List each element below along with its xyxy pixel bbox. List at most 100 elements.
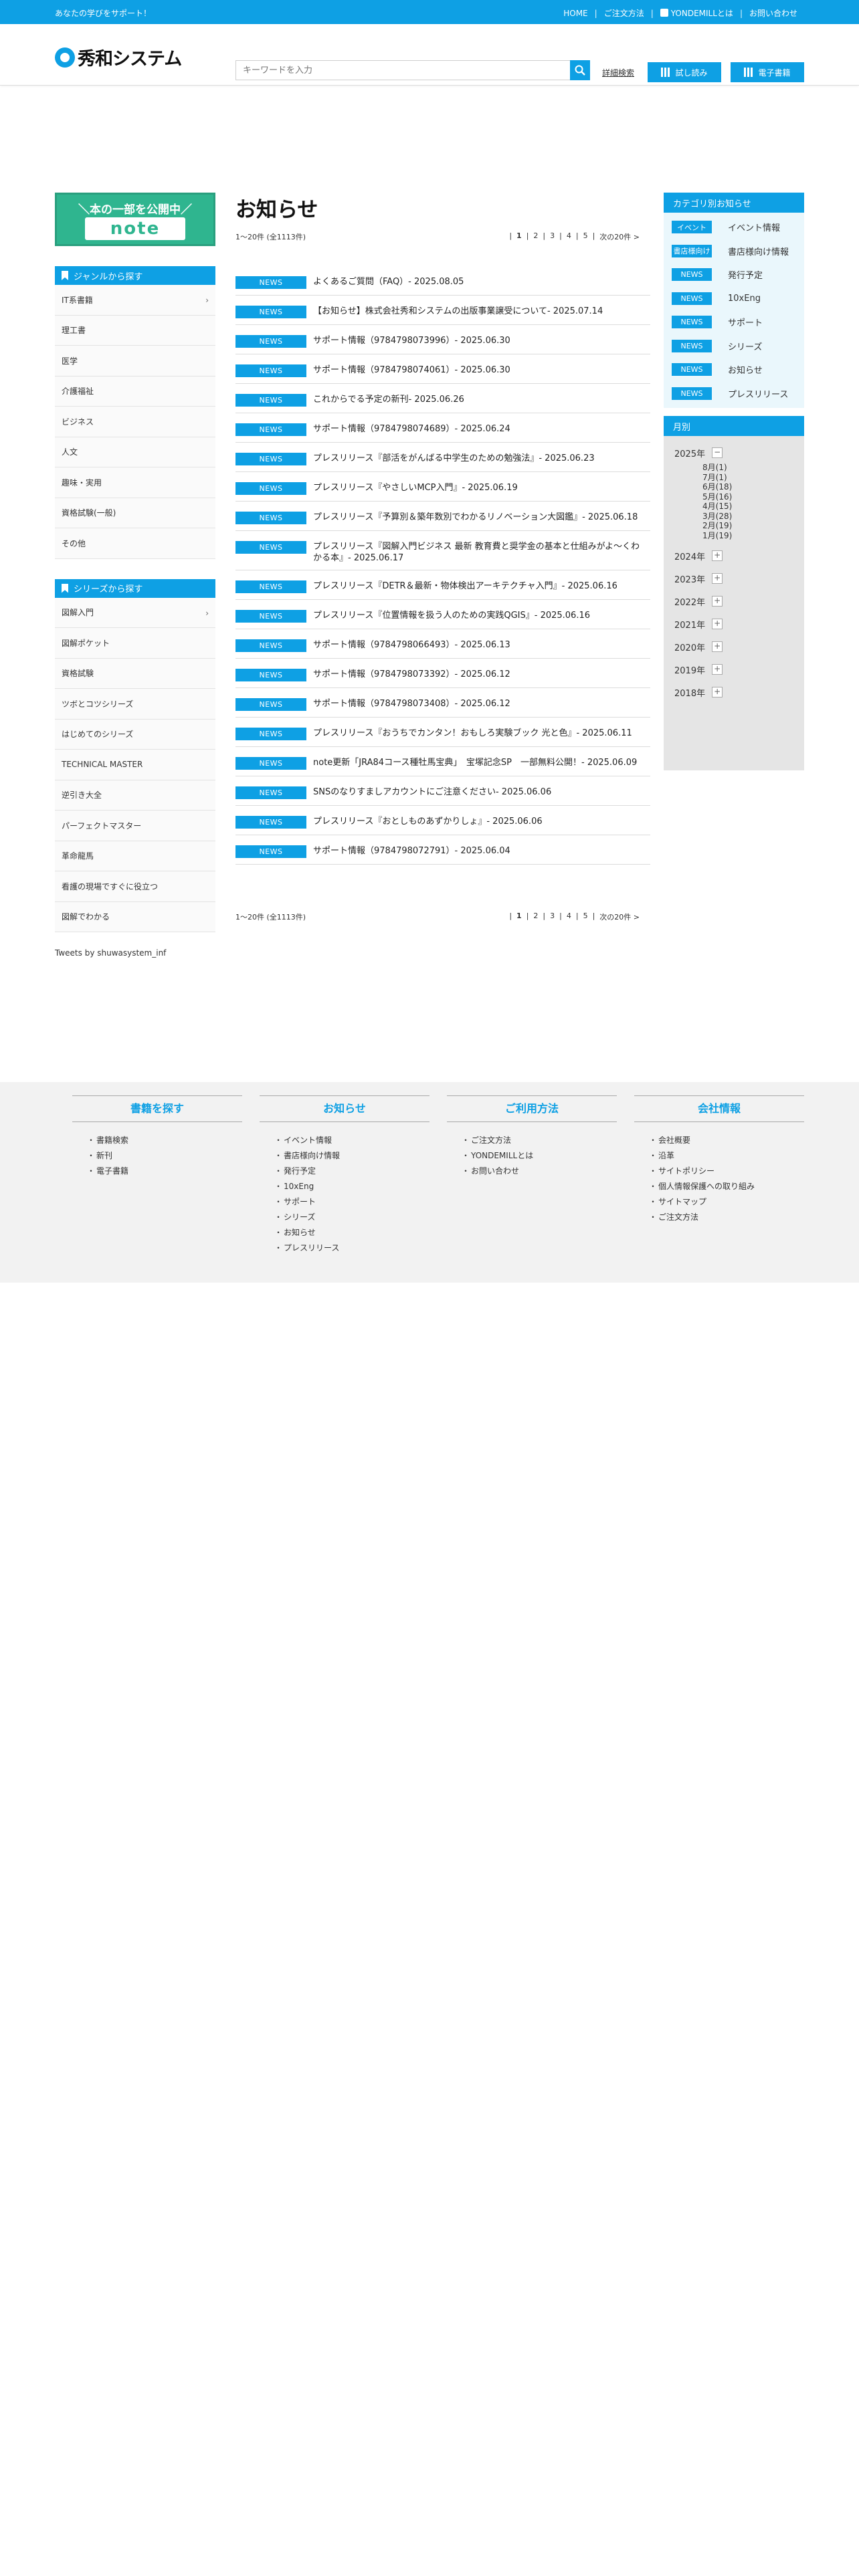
page-link-2[interactable]: 2: [533, 231, 538, 242]
footer-link[interactable]: 新刊: [87, 1150, 242, 1165]
news-item[interactable]: NEWS サポート情報（9784798072791）- 2025.06.04: [235, 835, 650, 865]
footer-link[interactable]: サイトマップ: [649, 1196, 804, 1211]
news-link[interactable]: プレスリリース『位置情報を扱う人のための実践QGIS』- 2025.06.16: [313, 610, 648, 621]
category-item[interactable]: 書店様向け 書店様向け情報: [672, 239, 804, 263]
genre-item[interactable]: その他: [55, 528, 215, 559]
news-item[interactable]: NEWS プレスリリース『DETR＆最新・物体検出アーキテクチャ入門』- 2025…: [235, 570, 650, 600]
genre-item[interactable]: IT系書籍 ›: [55, 285, 215, 316]
series-item[interactable]: ツボとコツシリーズ: [55, 689, 215, 720]
news-link[interactable]: 【お知らせ】株式会社秀和システムの出版事業譲受について- 2025.07.14: [313, 306, 648, 317]
footer-link[interactable]: 電子書籍: [87, 1165, 242, 1180]
news-link[interactable]: サポート情報（9784798073996）- 2025.06.30: [313, 335, 648, 346]
news-link[interactable]: プレスリリース『予算別＆築年数別でわかるリノベーション大図鑑』- 2025.06…: [313, 512, 648, 523]
preview-button[interactable]: 試し読み: [648, 62, 721, 82]
news-item[interactable]: NEWS プレスリリース『おとしものあずかりしょ』- 2025.06.06: [235, 806, 650, 835]
page-link-5[interactable]: 5: [583, 231, 588, 242]
page-link-5[interactable]: 5: [583, 911, 588, 922]
news-item[interactable]: NEWS プレスリリース『位置情報を扱う人のための実践QGIS』- 2025.06…: [235, 600, 650, 629]
year-item[interactable]: 2024年 +: [674, 544, 804, 567]
footer-link[interactable]: サポート: [274, 1196, 430, 1211]
series-item[interactable]: 図解入門 ›: [55, 597, 215, 628]
news-item[interactable]: NEWS プレスリリース『おうちでカンタン！おもしろ実験ブック 光と色』- 202…: [235, 718, 650, 747]
footer-link[interactable]: 書籍検索: [87, 1134, 242, 1150]
ebook-button[interactable]: 電子書籍: [731, 62, 804, 82]
news-item[interactable]: NEWS サポート情報（9784798073408）- 2025.06.12: [235, 688, 650, 718]
top-link-home[interactable]: HOME: [557, 9, 594, 18]
month-link[interactable]: 1月(19): [702, 531, 804, 541]
series-item[interactable]: TECHNICAL MASTER: [55, 750, 215, 780]
news-item[interactable]: NEWS サポート情報（9784798073996）- 2025.06.30: [235, 325, 650, 354]
year-item[interactable]: 2022年 +: [674, 590, 804, 613]
footer-link[interactable]: プレスリリース: [274, 1242, 430, 1257]
category-item[interactable]: NEWS プレスリリース: [672, 382, 804, 406]
series-item[interactable]: 革命龍馬: [55, 841, 215, 871]
month-link[interactable]: 8月(1): [702, 463, 804, 473]
genre-item[interactable]: 理工書: [55, 315, 215, 346]
expand-icon[interactable]: +: [712, 573, 723, 584]
year-item[interactable]: 2021年 +: [674, 613, 804, 635]
page-link-3[interactable]: 3: [550, 231, 555, 242]
news-link[interactable]: note更新「JRA84コース種牡馬宝典」 宝塚記念SP 一部無料公開！- 20…: [313, 757, 648, 768]
news-link[interactable]: プレスリリース『部活をがんばる中学生のための勉強法』- 2025.06.23: [313, 453, 648, 464]
month-link[interactable]: 2月(19): [702, 521, 804, 531]
footer-link[interactable]: ご注文方法: [462, 1134, 617, 1150]
collapse-icon[interactable]: −: [712, 447, 723, 458]
news-item[interactable]: NEWS サポート情報（9784798073392）- 2025.06.12: [235, 659, 650, 688]
series-item[interactable]: 図解でわかる: [55, 901, 215, 932]
series-item[interactable]: 看護の現場ですぐに役立つ: [55, 871, 215, 902]
search-input[interactable]: [235, 60, 570, 80]
footer-link[interactable]: 沿革: [649, 1150, 804, 1165]
category-item[interactable]: NEWS 10xEng: [672, 287, 804, 311]
year-item[interactable]: 2020年 +: [674, 635, 804, 658]
expand-icon[interactable]: +: [712, 687, 723, 697]
news-link[interactable]: プレスリリース『やさしいMCP入門』- 2025.06.19: [313, 482, 648, 494]
footer-link[interactable]: 10xEng: [274, 1180, 430, 1196]
expand-icon[interactable]: +: [712, 641, 723, 652]
news-item[interactable]: NEWS サポート情報（9784798074061）- 2025.06.30: [235, 354, 650, 384]
news-link[interactable]: サポート情報（9784798066493）- 2025.06.13: [313, 639, 648, 651]
next-page-link[interactable]: 次の20件 >: [599, 231, 640, 242]
news-link[interactable]: プレスリリース『おとしものあずかりしょ』- 2025.06.06: [313, 816, 648, 827]
footer-link[interactable]: YONDEMILLとは: [462, 1150, 617, 1165]
month-link[interactable]: 5月(16): [702, 492, 804, 502]
news-link[interactable]: SNSのなりすましアカウントにご注意ください- 2025.06.06: [313, 786, 648, 798]
footer-link[interactable]: シリーズ: [274, 1211, 430, 1226]
month-link[interactable]: 6月(18): [702, 482, 804, 492]
genre-item[interactable]: 趣味・実用: [55, 467, 215, 498]
news-link[interactable]: サポート情報（9784798073408）- 2025.06.12: [313, 698, 648, 710]
news-item[interactable]: NEWS プレスリリース『やさしいMCP入門』- 2025.06.19: [235, 472, 650, 502]
news-item[interactable]: NEWS note更新「JRA84コース種牡馬宝典」 宝塚記念SP 一部無料公開！…: [235, 747, 650, 776]
news-item[interactable]: NEWS よくあるご質問（FAQ）- 2025.08.05: [235, 266, 650, 296]
expand-icon[interactable]: +: [712, 619, 723, 629]
year-item[interactable]: 2019年 +: [674, 658, 804, 681]
news-link[interactable]: サポート情報（9784798073392）- 2025.06.12: [313, 669, 648, 680]
news-link[interactable]: サポート情報（9784798072791）- 2025.06.04: [313, 845, 648, 857]
year-item[interactable]: 2023年 +: [674, 567, 804, 590]
news-item[interactable]: NEWS SNSのなりすましアカウントにご注意ください- 2025.06.06: [235, 776, 650, 806]
footer-link[interactable]: お知らせ: [274, 1226, 430, 1242]
top-link-yondemill[interactable]: YONDEMILLとは: [654, 7, 740, 19]
series-item[interactable]: 資格試験: [55, 658, 215, 689]
expand-icon[interactable]: +: [712, 550, 723, 561]
category-item[interactable]: NEWS 発行予定: [672, 263, 804, 287]
series-item[interactable]: 図解ポケット: [55, 628, 215, 659]
page-link-4[interactable]: 4: [567, 231, 571, 242]
genre-item[interactable]: ビジネス: [55, 407, 215, 437]
expand-icon[interactable]: +: [712, 664, 723, 675]
note-banner[interactable]: ＼本の一部を公開中／ note: [55, 193, 215, 246]
search-button[interactable]: [570, 60, 590, 80]
news-item[interactable]: NEWS 【お知らせ】株式会社秀和システムの出版事業譲受について- 2025.07…: [235, 296, 650, 325]
news-item[interactable]: NEWS サポート情報（9784798074689）- 2025.06.24: [235, 413, 650, 443]
news-link[interactable]: サポート情報（9784798074689）- 2025.06.24: [313, 423, 648, 435]
page-link-4[interactable]: 4: [567, 911, 571, 922]
expand-icon[interactable]: +: [712, 596, 723, 607]
top-link-contact[interactable]: お問い合わせ: [743, 7, 804, 19]
footer-link[interactable]: お問い合わせ: [462, 1165, 617, 1180]
series-item[interactable]: パーフェクトマスター: [55, 811, 215, 841]
news-link[interactable]: よくあるご質問（FAQ）- 2025.08.05: [313, 276, 648, 288]
footer-link[interactable]: 会社概要: [649, 1134, 804, 1150]
footer-link[interactable]: 書店様向け情報: [274, 1150, 430, 1165]
footer-link[interactable]: イベント情報: [274, 1134, 430, 1150]
genre-item[interactable]: 介護福祉: [55, 376, 215, 407]
month-link[interactable]: 3月(28): [702, 512, 804, 522]
